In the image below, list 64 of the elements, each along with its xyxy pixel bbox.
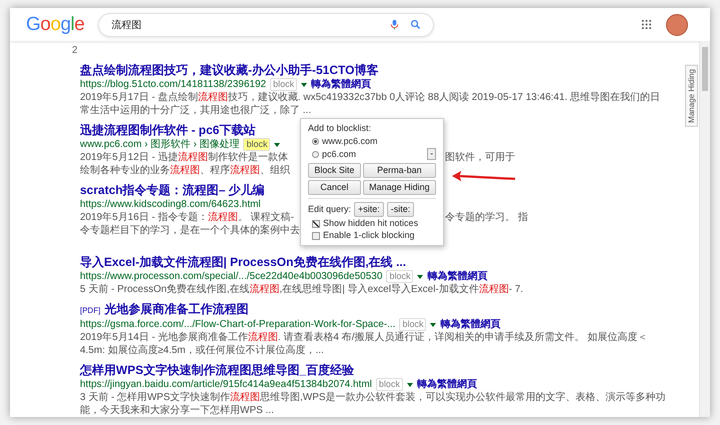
result-snippet: 令专题栏目下的学习，是在一个个具体的案例中去	[80, 224, 301, 237]
popup-button[interactable]: Manage Hiding	[362, 180, 436, 195]
caret-icon[interactable]	[430, 322, 436, 326]
radio-label[interactable]: pc6.com	[322, 148, 356, 160]
search-field[interactable]: 流程图	[98, 12, 434, 36]
result-snippet: 令专题的学习。 指	[445, 211, 528, 224]
translate-link[interactable]: 轉為繁體網頁	[427, 270, 488, 283]
checkbox[interactable]	[312, 220, 320, 228]
popup-button[interactable]: Cancel	[308, 180, 361, 195]
block-button[interactable]: block	[243, 138, 270, 151]
edit-query-label: Edit query:	[308, 204, 352, 215]
collapse-button[interactable]: -	[427, 148, 436, 160]
result-url[interactable]: https://blog.51cto.com/14181138/2396192	[80, 78, 266, 91]
block-button[interactable]: block	[270, 78, 298, 91]
block-button[interactable]: block	[386, 270, 414, 283]
checkbox-label[interactable]: Show hidden hit notices	[323, 218, 418, 229]
result-title[interactable]: 导入Excel-加载文件流程图| ProcessOn免费在线作图,在线 ...	[80, 255, 406, 270]
result-title[interactable]: 盘点绘制流程图技巧，建议收藏-办公小助手-51CTO博客	[80, 63, 378, 78]
result-snippet: 图软件，可用于	[445, 151, 515, 164]
file-type-tag: [PDF]	[80, 303, 100, 318]
result-url[interactable]: https://jingyan.baidu.com/article/915fc414a9ea4f51384b2074.html	[80, 378, 372, 391]
microphone-icon[interactable]	[389, 19, 400, 30]
result-snippet: 2019年5月14日 - 光地参展商准备工作流程图. 请查看表格4 布/搬展人员通行证，详阅相关的申请手续及所需文件。 如展位高度＜4.5m: 如展位高度≥4.5m，或任何展位不计展位高度，...	[80, 331, 648, 357]
result-title[interactable]: 怎样用WPS文字快速制作流程图思维导图_百度经验	[80, 363, 354, 378]
radio-button[interactable]	[312, 150, 319, 158]
caret-icon[interactable]	[417, 274, 424, 278]
avatar[interactable]	[666, 14, 688, 36]
caret-icon[interactable]	[301, 82, 308, 86]
result-title[interactable]: 光地参展商准备工作流程图	[104, 302, 248, 317]
translate-link[interactable]: 轉為繁體網頁	[416, 378, 477, 391]
checkbox-label[interactable]: Enable 1-click blocking	[323, 230, 415, 241]
popup-button[interactable]: Perma-ban	[362, 163, 436, 178]
result-title[interactable]: 迅捷流程图制作软件 - pc6下载站	[80, 123, 256, 138]
caret-icon[interactable]	[274, 142, 280, 146]
translate-link[interactable]: 轉為繁體網頁	[311, 78, 372, 91]
query-button[interactable]: -site:	[386, 202, 414, 217]
result-snippet: 2019年5月17日 - 盘点绘制流程图技巧，建议收藏. wx5c419332c37bb 0人评论 88人阅读 2019-05-17 13:46:41. 思维导图在我们的日常生活中运用的十分广泛，其用途也很广泛，除了 ...	[80, 91, 662, 117]
result-title[interactable]: scratch指令专题：流程图– 少儿编	[80, 183, 265, 198]
page-number: 2	[72, 45, 79, 57]
apps-grid-icon[interactable]	[641, 19, 652, 30]
query-button[interactable]: +site:	[354, 202, 384, 217]
result-snippet: 2019年5月12日 - 迅捷流程图制作软件是一款体	[80, 151, 289, 164]
block-button[interactable]: block	[399, 318, 426, 331]
side-tab[interactable]: Manage Hiding	[685, 65, 698, 127]
result-snippet: 3 天前 - 怎样用WPS文字快速制作流程图思维导图,WPS是一款办公软件套装，可以实现办公软件最常用的文字、表格、演示等多种功能，今天我来和大家分享一下怎样用WPS ...	[80, 391, 667, 417]
caret-icon[interactable]	[406, 382, 413, 386]
result-snippet: 2019年5月16日 - 指令专题：流程图。 课程文稿-	[80, 211, 295, 224]
result-url[interactable]: https://www.processon.com/special/.../5ce22d40e4b003096de50530	[80, 270, 382, 283]
scrollbar[interactable]	[699, 41, 710, 417]
radio-button[interactable]	[312, 138, 319, 145]
result-url[interactable]: www.pc6.com › 图形软件 › 图像处理	[80, 138, 240, 151]
result-url[interactable]: https://www.kidscoding8.com/64623.html	[80, 198, 261, 211]
translate-link[interactable]: 轉為繁體網頁	[440, 318, 500, 331]
result-snippet: 5 天前 - ProcessOn免费在线作图,在线流程图,在线思维导图| 导入excel导入Excel-加载文件流程图- 7.	[80, 283, 524, 296]
result-snippet: 绘制各种专业的业务流程图、程序流程图、组织	[80, 164, 291, 177]
result-url[interactable]: https://gsma.force.com/.../Flow-Chart-of-Preparation-Work-for-Space-...	[80, 318, 396, 331]
scrollbar-thumb[interactable]	[702, 47, 708, 91]
checkbox[interactable]	[312, 232, 320, 240]
popup-heading: Add to blocklist:	[308, 123, 372, 134]
popup-button[interactable]: Block Site	[308, 163, 361, 178]
block-button[interactable]: block	[376, 378, 403, 391]
radio-label[interactable]: www.pc6.com	[322, 136, 378, 147]
google-logo[interactable]: Google	[26, 14, 84, 36]
search-icon[interactable]	[410, 19, 422, 30]
